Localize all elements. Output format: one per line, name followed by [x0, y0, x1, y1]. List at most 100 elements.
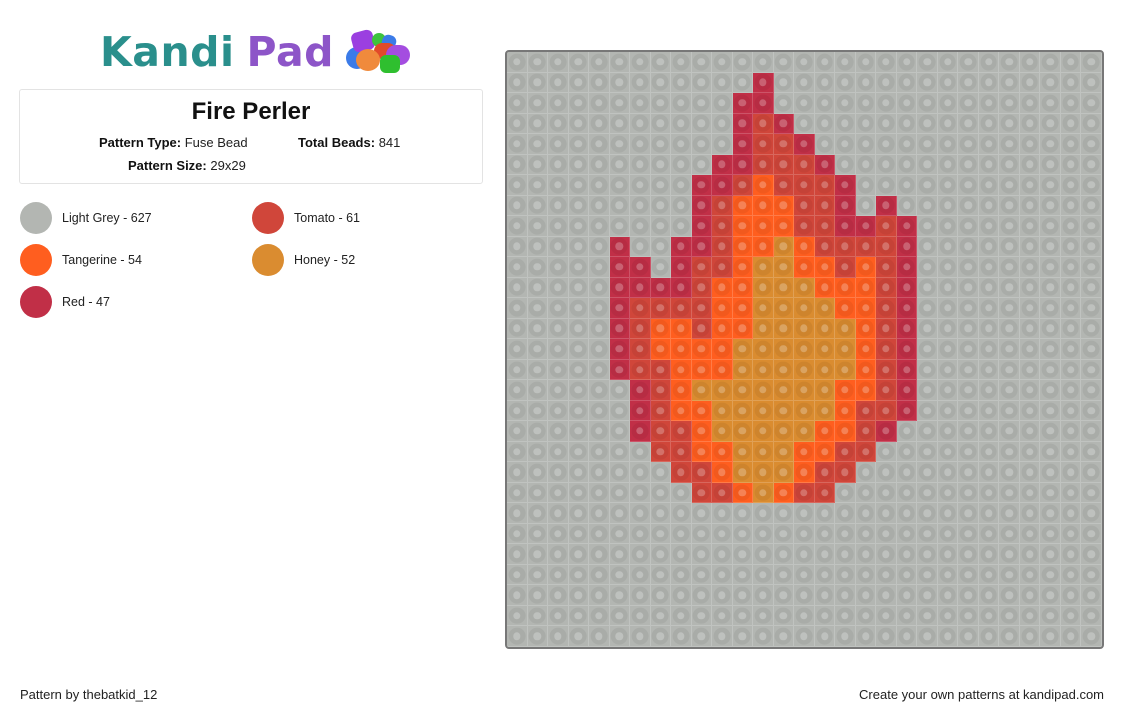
bead-light-grey [589, 339, 610, 360]
bead-light-grey [978, 298, 1000, 319]
bead-light-grey [527, 216, 549, 237]
bead-light-grey [1019, 216, 1041, 237]
bead-light-grey [896, 195, 918, 217]
bead-tomato [794, 175, 815, 196]
bead-honey [732, 462, 754, 483]
bead-light-grey [937, 462, 959, 483]
bead-light-grey [527, 277, 549, 299]
bead-tomato [691, 482, 713, 504]
kandipad-promo-link[interactable]: Create your own patterns at kandipad.com [859, 687, 1104, 702]
bead-light-grey [568, 257, 590, 278]
bead-light-grey [1060, 564, 1082, 586]
bead-light-grey [958, 421, 979, 442]
bead-light-grey [999, 113, 1020, 135]
bead-light-grey [753, 626, 774, 647]
bead-light-grey [589, 318, 610, 340]
bead-tangerine [650, 339, 672, 360]
bead-light-grey [527, 339, 549, 360]
bead-light-grey [1081, 318, 1102, 340]
total-beads-value: 841 [378, 135, 401, 150]
kandi-pad-logo[interactable]: Kandi Pad [100, 24, 410, 80]
bead-light-grey [1019, 257, 1041, 278]
bead-light-grey [917, 585, 938, 606]
bead-red [691, 216, 713, 237]
bead-light-grey [937, 195, 959, 217]
bead-light-grey [527, 605, 549, 627]
bead-red [609, 298, 631, 319]
bead-light-grey [958, 236, 979, 258]
bead-honey [712, 400, 733, 422]
bead-tomato [814, 236, 836, 258]
bead-tangerine [773, 195, 795, 217]
bead-light-grey [1060, 421, 1082, 442]
bead-light-grey [1081, 93, 1102, 114]
bead-red [835, 195, 856, 217]
bead-light-grey [589, 298, 610, 319]
bead-honey [773, 236, 795, 258]
bead-light-grey [1060, 503, 1082, 524]
bead-light-grey [589, 72, 610, 94]
legend-label: Honey - 52 [294, 253, 356, 267]
bead-light-grey [548, 175, 569, 196]
bead-tangerine [732, 482, 754, 504]
bead-light-grey [691, 523, 713, 545]
bead-light-grey [589, 113, 610, 135]
bead-light-grey [999, 626, 1020, 647]
bead-light-grey [671, 134, 692, 155]
bead-light-grey [917, 72, 938, 94]
bead-light-grey [507, 52, 528, 73]
bead-light-grey [671, 503, 692, 524]
bead-light-grey [1081, 400, 1102, 422]
bead-honey [753, 441, 774, 463]
bead-light-grey [1081, 380, 1102, 401]
bead-red [896, 216, 918, 237]
bead-red [609, 318, 631, 340]
bead-light-grey [978, 175, 1000, 196]
bead-light-grey [1060, 236, 1082, 258]
bead-light-grey [917, 93, 938, 114]
bead-red [671, 257, 692, 278]
total-beads: Total Beads: 841 [298, 135, 400, 150]
bead-light-grey [691, 585, 713, 606]
bead-light-grey [958, 380, 979, 401]
bead-light-grey [1081, 52, 1102, 73]
bead-tangerine [691, 421, 713, 442]
bead-honey [753, 462, 774, 483]
bead-tangerine [835, 421, 856, 442]
bead-light-grey [978, 72, 1000, 94]
bead-light-grey [548, 72, 569, 94]
bead-light-grey [958, 441, 979, 463]
bead-light-grey [630, 544, 651, 565]
bead-tomato [650, 380, 672, 401]
bead-light-grey [671, 154, 692, 176]
bead-light-grey [1019, 626, 1041, 647]
bead-grid [507, 52, 1102, 647]
bead-light-grey [999, 400, 1020, 422]
bead-light-grey [917, 626, 938, 647]
pattern-type: Pattern Type: Fuse Bead [99, 135, 248, 150]
bead-light-grey [814, 52, 836, 73]
bead-light-grey [1081, 544, 1102, 565]
bead-light-grey [978, 441, 1000, 463]
bead-light-grey [937, 482, 959, 504]
bead-light-grey [917, 216, 938, 237]
bead-light-grey [835, 72, 856, 94]
bead-light-grey [896, 113, 918, 135]
bead-light-grey [773, 585, 795, 606]
logo-text-pad: Pad [246, 27, 334, 76]
bead-light-grey [835, 93, 856, 114]
bead-light-grey [958, 52, 979, 73]
bead-tangerine [855, 298, 877, 319]
bead-honey [773, 339, 795, 360]
bead-honey [773, 257, 795, 278]
bead-red [896, 359, 918, 381]
bead-light-grey [876, 134, 897, 155]
color-swatch-tangerine [20, 244, 52, 276]
bead-tangerine [732, 298, 754, 319]
bead-light-grey [978, 523, 1000, 545]
bead-light-grey [650, 52, 672, 73]
bead-light-grey [958, 523, 979, 545]
bead-light-grey [609, 523, 631, 545]
bead-tomato [630, 359, 651, 381]
bead-light-grey [1040, 380, 1061, 401]
